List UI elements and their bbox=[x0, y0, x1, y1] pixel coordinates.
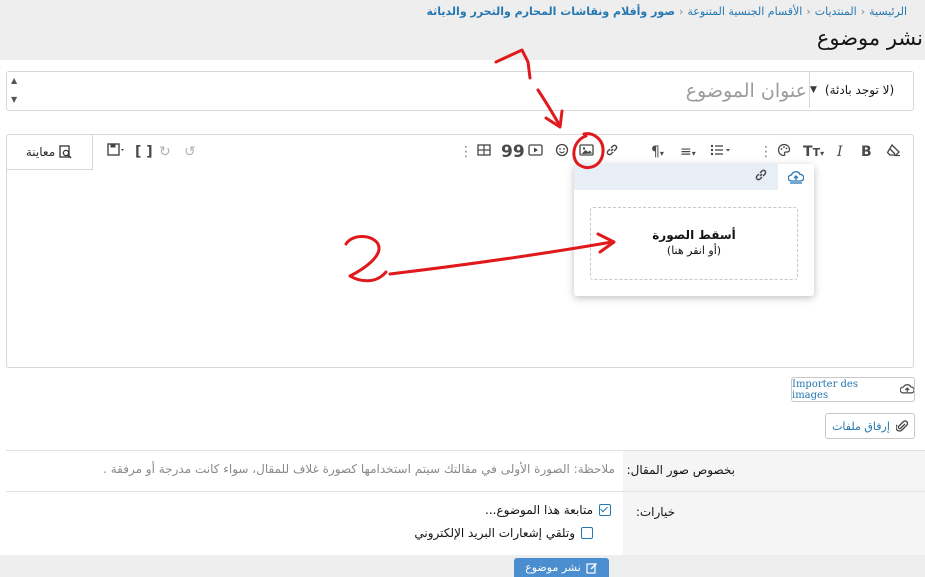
import-images-button[interactable]: Importer des images bbox=[791, 377, 915, 402]
watch-thread-checkbox[interactable] bbox=[599, 504, 611, 516]
watch-thread-option[interactable]: متابعة هذا الموضوع... bbox=[485, 503, 611, 517]
upload-icon bbox=[788, 171, 804, 184]
submit-thread-button[interactable]: نشر موضوع bbox=[514, 558, 609, 577]
chevron-down-icon: ▼ bbox=[810, 85, 817, 95]
preview-label: معاينة bbox=[25, 145, 56, 159]
options-row: خيارات: متابعة هذا الموضوع... وتلقي إشعا… bbox=[6, 491, 925, 556]
scroll-down-icon[interactable]: ▼ bbox=[11, 95, 17, 104]
breadcrumb-separator: ‹ bbox=[806, 5, 811, 18]
breadcrumb-forums[interactable]: المنتديات bbox=[815, 5, 857, 18]
undo-icon[interactable]: ↺ bbox=[184, 143, 196, 161]
form-footer bbox=[0, 555, 925, 577]
more-formatting-icon[interactable]: ⋮ bbox=[759, 143, 773, 161]
image-by-url-tab[interactable] bbox=[752, 168, 770, 186]
watch-thread-label: متابعة هذا الموضوع... bbox=[485, 503, 593, 517]
breadcrumb: الرئيسية‹المنتديات‹الأقسام الجنسية المتن… bbox=[427, 5, 908, 18]
quote-icon[interactable]: 99 bbox=[501, 143, 525, 161]
link-icon bbox=[755, 169, 767, 181]
upload-icon bbox=[899, 384, 914, 394]
link-icon[interactable] bbox=[605, 143, 619, 161]
submit-label: نشر موضوع bbox=[525, 561, 581, 574]
more-options-icon[interactable]: ⋮ bbox=[459, 143, 473, 161]
title-scroll-arrows[interactable]: ▲ ▼ bbox=[7, 72, 25, 110]
form-label-column: بخصوص صور المقال: bbox=[623, 451, 925, 491]
align-icon[interactable]: ≡▾ bbox=[680, 143, 696, 161]
images-note-text: ملاحظة: الصورة الأولى في مقالتك سيتم است… bbox=[103, 462, 615, 476]
palette-icon[interactable] bbox=[777, 143, 791, 161]
clear-formatting-icon[interactable] bbox=[886, 143, 901, 161]
thread-title-input[interactable] bbox=[25, 72, 815, 110]
import-images-label: Importer des images bbox=[792, 378, 858, 401]
insert-image-icon[interactable] bbox=[579, 143, 594, 161]
options-label: خيارات: bbox=[635, 505, 675, 519]
italic-icon[interactable]: I bbox=[837, 143, 843, 161]
prefix-select[interactable]: (لا توجد بادئة) ▼ bbox=[809, 72, 913, 108]
breadcrumb-forum[interactable]: صور وأفلام ونقاشات المحارم والتحرر والدي… bbox=[427, 5, 675, 18]
page-title: نشر موضوع bbox=[816, 26, 923, 50]
font-size-icon[interactable]: TT▾ bbox=[803, 143, 824, 161]
breadcrumb-separator: ‹ bbox=[860, 5, 866, 18]
attach-files-button[interactable]: إرفاق ملفات bbox=[825, 413, 915, 439]
drop-zone-hint: (أو انقر هنا) bbox=[666, 244, 722, 257]
media-icon[interactable] bbox=[528, 143, 543, 161]
email-notify-option[interactable]: وتلقي إشعارات البريد الإلكتروني bbox=[414, 526, 593, 540]
preview-button[interactable]: معاينة bbox=[7, 135, 93, 170]
paperclip-icon bbox=[895, 420, 908, 432]
prefix-select-label: (لا توجد بادئة) bbox=[824, 83, 895, 97]
redo-icon[interactable]: ↻ bbox=[159, 143, 171, 161]
popup-tabs bbox=[574, 164, 814, 190]
image-drop-zone[interactable]: أسقط الصورة (أو انقر هنا) bbox=[590, 207, 798, 280]
annotation-arrow-1-head bbox=[544, 109, 564, 129]
bold-icon[interactable]: B bbox=[861, 143, 872, 161]
breadcrumb-category[interactable]: الأقسام الجنسية المتنوعة bbox=[687, 5, 802, 18]
email-notify-checkbox[interactable] bbox=[581, 527, 593, 539]
drafts-icon[interactable] bbox=[107, 143, 127, 161]
thread-title-row: ▲ ▼ (لا توجد بادئة) ▼ bbox=[6, 71, 914, 111]
breadcrumb-separator: ‹ bbox=[678, 5, 684, 18]
attach-files-label: إرفاق ملفات bbox=[832, 419, 890, 433]
email-notify-label: وتلقي إشعارات البريد الإلكتروني bbox=[414, 526, 575, 540]
scroll-up-icon[interactable]: ▲ bbox=[11, 76, 17, 85]
images-note-row: بخصوص صور المقال: ملاحظة: الصورة الأولى … bbox=[6, 450, 925, 491]
smilie-icon[interactable] bbox=[555, 143, 569, 161]
preview-search-icon bbox=[59, 145, 72, 159]
paragraph-format-icon[interactable]: ¶▾ bbox=[651, 143, 664, 161]
edit-icon bbox=[586, 562, 597, 574]
bbcode-toggle-icon[interactable]: [ ] bbox=[135, 143, 153, 161]
insert-image-popup: أسقط الصورة (أو انقر هنا) bbox=[574, 164, 814, 296]
upload-image-tab[interactable] bbox=[778, 164, 814, 190]
form-label-column: خيارات: bbox=[623, 492, 925, 556]
list-icon[interactable] bbox=[710, 143, 734, 161]
images-note-label: بخصوص صور المقال: bbox=[626, 463, 735, 477]
table-icon[interactable] bbox=[477, 143, 491, 161]
breadcrumb-home[interactable]: الرئيسية bbox=[869, 5, 907, 18]
drop-zone-label: أسقط الصورة bbox=[652, 228, 736, 242]
